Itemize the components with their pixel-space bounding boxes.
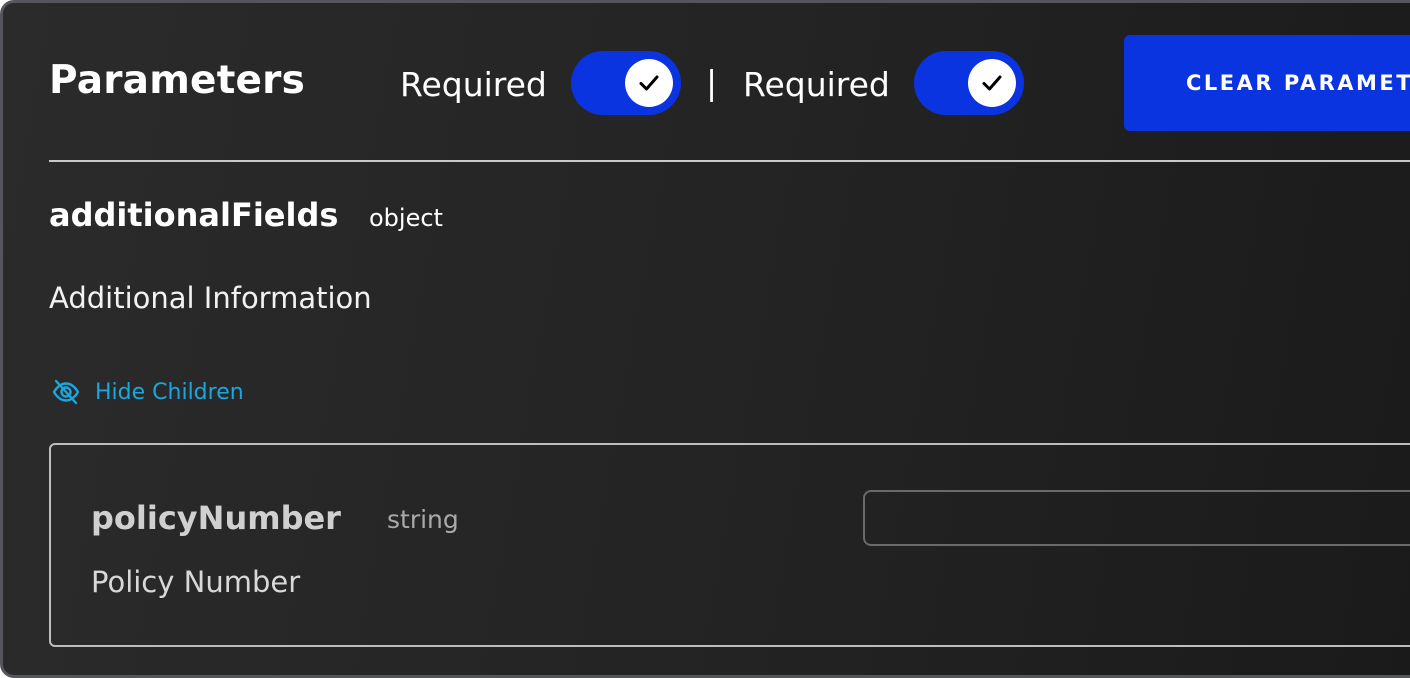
parameter-type: object [369, 204, 443, 232]
check-icon [639, 75, 659, 91]
required-label-1: Required [400, 65, 547, 104]
required-separator: | [706, 63, 718, 102]
policy-number-input[interactable] [863, 490, 1410, 546]
parameters-panel: Parameters Required | Required CLEAR PAR… [0, 0, 1410, 678]
child-parameter-card: policyNumber string Policy Number [49, 443, 1410, 647]
required-label-2: Required [743, 65, 890, 104]
parameter-name: additionalFields [49, 196, 339, 234]
clear-parameters-button[interactable]: CLEAR PARAMETERS [1124, 35, 1410, 131]
toggle-knob-1 [625, 59, 673, 107]
header-divider [49, 160, 1410, 162]
check-icon [982, 75, 1002, 91]
required-toggle-2[interactable] [914, 51, 1024, 115]
hide-children-label: Hide Children [95, 379, 244, 405]
page-title: Parameters [49, 58, 306, 103]
eye-off-icon [52, 379, 80, 405]
child-parameter-description: Policy Number [91, 565, 301, 599]
child-parameter-type: string [387, 505, 459, 534]
toggle-knob-2 [968, 59, 1016, 107]
child-parameter-name: policyNumber [91, 499, 341, 537]
hide-children-link[interactable]: Hide Children [51, 377, 244, 407]
required-toggle-1[interactable] [571, 51, 681, 115]
parameter-description: Additional Information [49, 281, 372, 315]
